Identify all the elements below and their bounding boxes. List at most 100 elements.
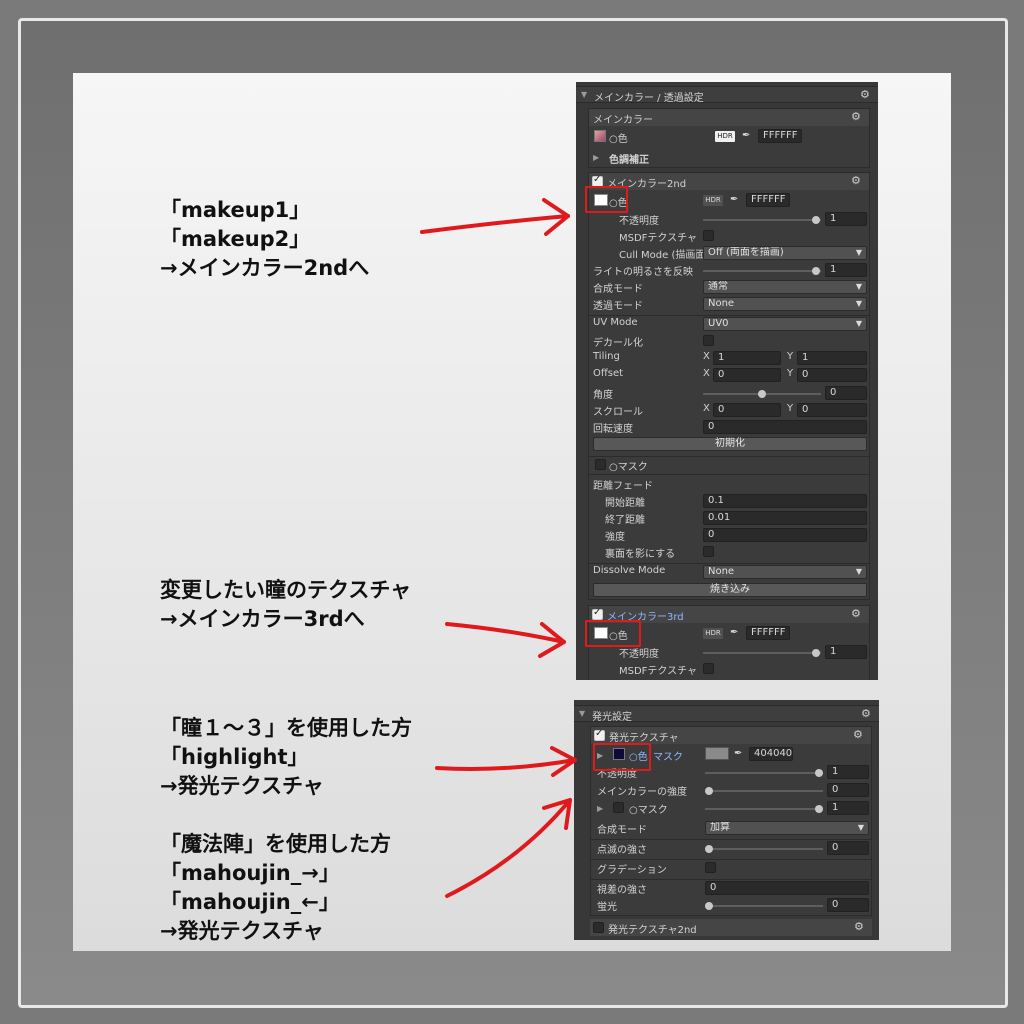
hex-color-field[interactable]: FFFFFF xyxy=(746,626,790,640)
gear-icon[interactable]: ⚙ xyxy=(854,921,864,932)
blink-field[interactable]: 0 xyxy=(827,841,869,855)
angle-slider-knob[interactable] xyxy=(758,390,766,398)
backface-shadow-checkbox[interactable] xyxy=(703,546,714,557)
alpha-mode-dropdown[interactable]: None ▼ xyxy=(703,297,867,311)
enable-checkbox[interactable] xyxy=(593,922,604,933)
angle-field[interactable]: 0 xyxy=(825,386,867,400)
gear-icon[interactable]: ⚙ xyxy=(851,111,861,122)
fluorescence-slider[interactable] xyxy=(705,905,823,907)
section-header-main-color[interactable]: ▼ メインカラー / 透過設定 ⚙ xyxy=(576,86,878,104)
msdf-checkbox[interactable] xyxy=(703,230,714,241)
tiling-x-field[interactable]: 1 xyxy=(713,351,781,365)
parallax-field[interactable]: 0 xyxy=(705,881,869,895)
strength-field[interactable]: 0 xyxy=(703,528,867,542)
mask-slider[interactable] xyxy=(705,808,823,810)
gear-icon[interactable]: ⚙ xyxy=(853,729,863,740)
foldout-arrow-icon[interactable]: ▶ xyxy=(597,804,603,813)
scroll-x-field[interactable]: 0 xyxy=(713,403,781,417)
dropdown-value: 通常 xyxy=(708,281,728,292)
emission-color-swatch[interactable] xyxy=(705,747,729,760)
eyedropper-icon[interactable]: ✒ xyxy=(742,130,754,142)
gear-icon[interactable]: ⚙ xyxy=(860,89,870,100)
enable-checkbox[interactable] xyxy=(592,607,603,620)
gear-icon[interactable]: ⚙ xyxy=(851,608,861,619)
opacity-field[interactable]: 1 xyxy=(825,212,867,226)
mask-field[interactable]: 1 xyxy=(827,801,869,815)
opacity-slider-knob[interactable] xyxy=(812,216,820,224)
decal-checkbox[interactable] xyxy=(703,335,714,346)
light-field[interactable]: 1 xyxy=(825,263,867,277)
blend-mode-dropdown[interactable]: 加算 ▼ xyxy=(705,821,869,835)
opacity-slider[interactable] xyxy=(703,219,821,221)
mask-slider-knob[interactable] xyxy=(815,805,823,813)
light-slider-knob[interactable] xyxy=(812,267,820,275)
mask-thumbnail[interactable] xyxy=(595,459,606,470)
main-strength-slider[interactable] xyxy=(705,790,823,792)
fluorescence-field[interactable]: 0 xyxy=(827,898,869,912)
gear-icon[interactable]: ⚙ xyxy=(851,175,861,186)
note-eye-highlight: 「瞳１～３」を使用した方 「highlight」 →発光テクスチャ xyxy=(160,714,412,801)
x-axis-label: X xyxy=(703,368,710,379)
cull-mode-dropdown[interactable]: Off (両面を描画) ▼ xyxy=(703,246,867,260)
cull-mode-label: Cull Mode (描画面 xyxy=(619,250,706,261)
section-header-emission[interactable]: ▼ 発光設定 ⚙ xyxy=(574,705,879,723)
msdf-checkbox[interactable] xyxy=(703,663,714,674)
dropdown-value: None xyxy=(708,298,735,309)
eyedropper-icon[interactable]: ✒ xyxy=(730,194,742,206)
main-color-header[interactable]: メインカラー ⚙ xyxy=(589,109,869,126)
start-distance-field[interactable]: 0.1 xyxy=(703,494,867,508)
light-slider[interactable] xyxy=(703,270,821,272)
blink-slider-knob[interactable] xyxy=(705,845,713,853)
end-distance-field[interactable]: 0.01 xyxy=(703,511,867,525)
scroll-y-field[interactable]: 0 xyxy=(797,403,867,417)
offset-y-field[interactable]: 0 xyxy=(797,368,867,382)
offset-x-field[interactable]: 0 xyxy=(713,368,781,382)
texture-thumbnail[interactable] xyxy=(594,130,606,142)
main-strength-slider-knob[interactable] xyxy=(705,787,713,795)
gradation-checkbox[interactable] xyxy=(705,862,716,873)
gear-icon[interactable]: ⚙ xyxy=(861,708,871,719)
bake-button[interactable]: 焼き込み xyxy=(593,583,867,597)
mask-link[interactable]: マスク xyxy=(653,748,683,763)
inspector-panel-main-color: ▼ メインカラー / 透過設定 ⚙ メインカラー ⚙ ○色 HDR ✒ FFFF… xyxy=(576,82,878,680)
reset-button[interactable]: 初期化 xyxy=(593,437,867,451)
blink-slider[interactable] xyxy=(705,848,823,850)
main-color-2nd-block: メインカラー2nd ⚙ ○色 HDR ✒ FFFFFF 不透明度 1 MSDFテ… xyxy=(588,172,870,600)
tone-correction-label[interactable]: 色調補正 xyxy=(609,151,649,166)
highlight-box-emission-color xyxy=(593,743,651,771)
uv-mode-dropdown[interactable]: UV0 ▼ xyxy=(703,317,867,331)
emission-texture-header[interactable]: 発光テクスチャ ⚙ xyxy=(591,727,871,744)
opacity-slider[interactable] xyxy=(703,652,821,654)
emission-texture-2nd-header[interactable]: 発光テクスチャ2nd ⚙ xyxy=(590,919,872,936)
mask-thumbnail[interactable] xyxy=(613,802,624,813)
hex-color-field[interactable]: FFFFFF xyxy=(746,193,790,207)
opacity-field[interactable]: 1 xyxy=(827,765,869,779)
hdr-button[interactable]: HDR xyxy=(703,195,723,206)
chevron-down-icon: ▼ xyxy=(855,299,862,308)
opacity-slider-knob[interactable] xyxy=(812,649,820,657)
hex-color-field[interactable]: FFFFFF xyxy=(758,129,802,143)
y-axis-label: Y xyxy=(787,351,794,362)
enable-checkbox[interactable] xyxy=(594,728,605,741)
foldout-arrow-icon[interactable]: ▼ xyxy=(581,90,587,99)
note-line: 「makeup1」 xyxy=(160,198,311,222)
rotation-speed-field[interactable]: 0 xyxy=(703,420,867,434)
main-strength-label: メインカラーの強度 xyxy=(597,787,687,798)
opacity-slider[interactable] xyxy=(705,772,823,774)
main-strength-field[interactable]: 0 xyxy=(827,783,869,797)
dissolve-mode-dropdown[interactable]: None ▼ xyxy=(703,565,867,579)
fluorescence-slider-knob[interactable] xyxy=(705,902,713,910)
foldout-arrow-icon[interactable]: ▶ xyxy=(593,153,599,162)
hdr-button[interactable]: HDR xyxy=(715,131,735,142)
hdr-button[interactable]: HDR xyxy=(703,628,723,639)
opacity-field[interactable]: 1 xyxy=(825,645,867,659)
eyedropper-icon[interactable]: ✒ xyxy=(730,627,742,639)
tiling-y-field[interactable]: 1 xyxy=(797,351,867,365)
blend-mode-dropdown[interactable]: 通常 ▼ xyxy=(703,280,867,294)
eyedropper-icon[interactable]: ✒ xyxy=(734,748,746,760)
section-title: 発光設定 xyxy=(592,712,632,723)
opacity-slider-knob[interactable] xyxy=(815,769,823,777)
hex-color-field[interactable]: 404040 xyxy=(749,747,793,761)
foldout-arrow-icon[interactable]: ▼ xyxy=(579,709,585,718)
main-color-2nd-header[interactable]: メインカラー2nd ⚙ xyxy=(589,173,869,190)
